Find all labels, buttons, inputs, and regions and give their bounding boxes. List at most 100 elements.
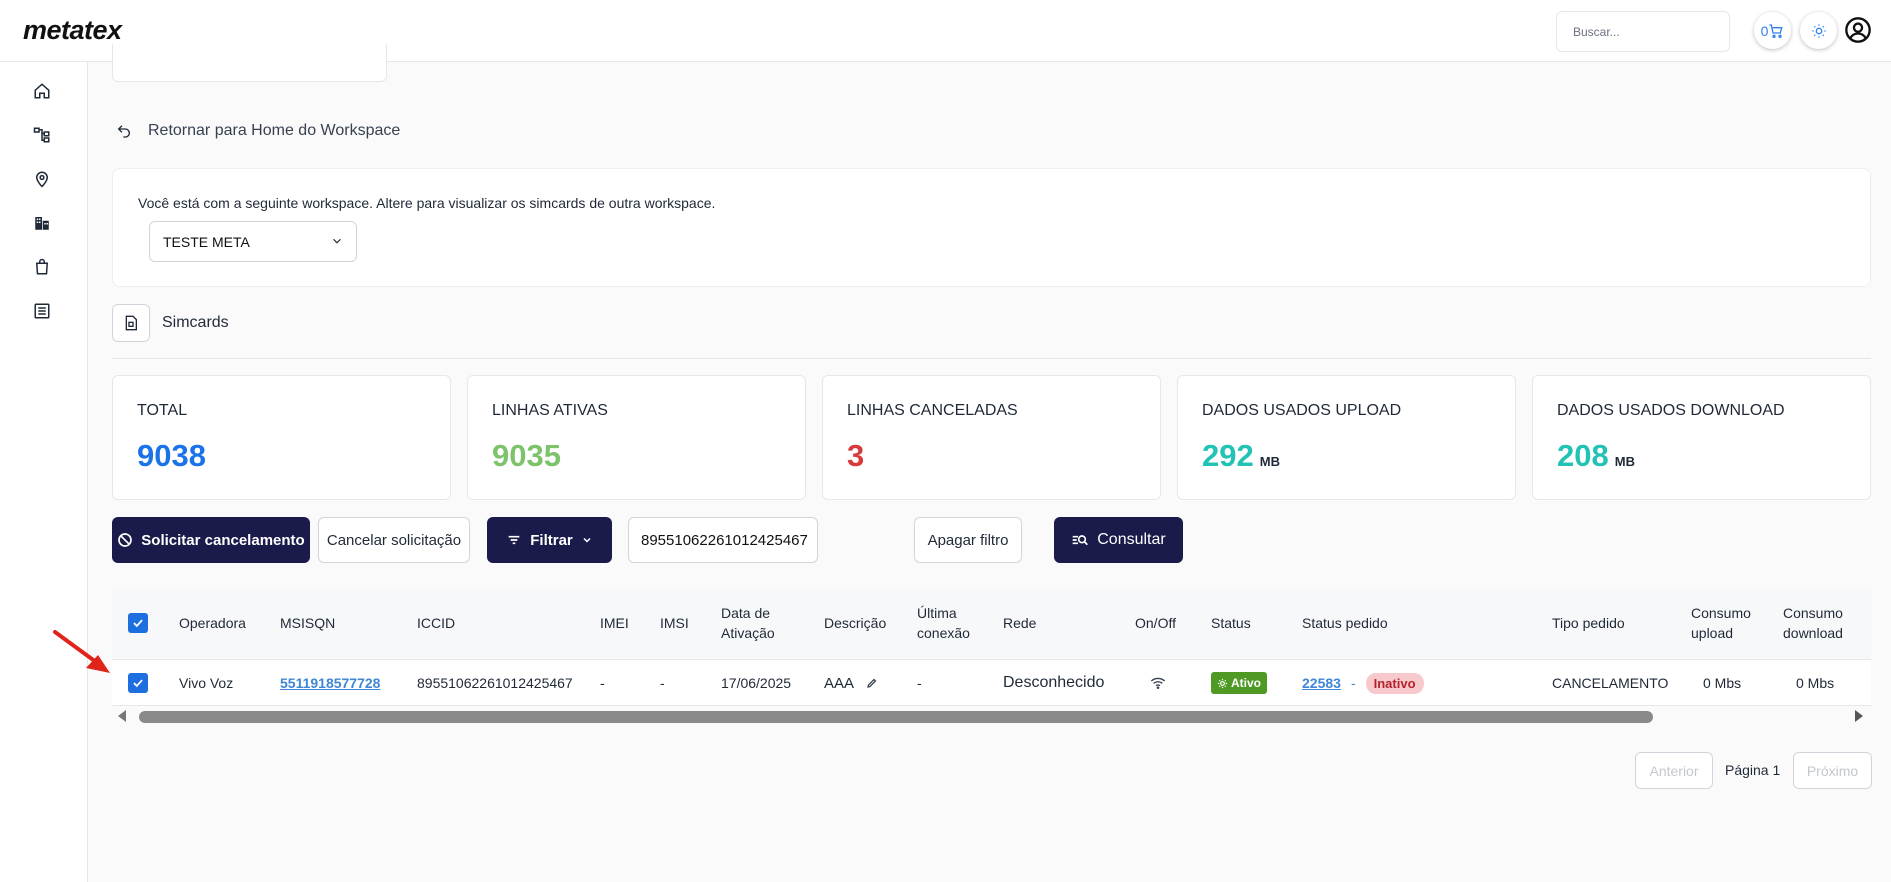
iccid-filter-input[interactable] xyxy=(628,517,818,563)
cell-order-type: CANCELAMENTO xyxy=(1552,675,1669,691)
workspace-select[interactable]: TESTE META xyxy=(149,221,357,262)
stat-number: 9038 xyxy=(137,438,206,473)
stat-label: TOTAL xyxy=(137,402,188,419)
next-page-button[interactable]: Próximo xyxy=(1793,752,1872,789)
col-header-imsi[interactable]: IMSI xyxy=(660,613,689,633)
filter-button[interactable]: Filtrar xyxy=(487,517,612,563)
cancel-request-button[interactable]: Cancelar solicitação xyxy=(318,517,470,563)
sidebar-item-location[interactable] xyxy=(31,168,53,190)
col-header-onoff[interactable]: On/Off xyxy=(1135,613,1176,633)
col-header-order-type[interactable]: Tipo pedido xyxy=(1552,613,1625,633)
chevron-down-icon xyxy=(583,537,591,543)
wifi-icon xyxy=(1150,677,1166,690)
cell-order-status: 22583 - Inativo xyxy=(1302,660,1424,706)
col-header-upload-usage[interactable]: Consumo upload xyxy=(1691,603,1751,643)
col-header-line: Consumo xyxy=(1691,605,1751,621)
cart-count: 0 xyxy=(1760,22,1769,39)
col-header-msisdn[interactable]: MSISQN xyxy=(280,613,335,633)
cropped-dropdown[interactable] xyxy=(112,44,387,82)
theme-toggle-button[interactable] xyxy=(1800,12,1837,49)
col-header-description[interactable]: Descrição xyxy=(824,613,886,633)
home-icon xyxy=(34,83,50,99)
msisdn-link[interactable]: 5511918577728 xyxy=(280,675,380,691)
stat-label: DADOS USADOS DOWNLOAD xyxy=(1557,402,1785,419)
order-id-link[interactable]: 22583 xyxy=(1302,675,1341,691)
col-header-operadora[interactable]: Operadora xyxy=(179,613,246,633)
pencil-icon[interactable] xyxy=(866,677,878,689)
col-header-imei[interactable]: IMEI xyxy=(600,613,629,633)
search-input[interactable] xyxy=(1556,11,1730,52)
col-header-order-status[interactable]: Status pedido xyxy=(1302,613,1388,633)
sidebar-item-list[interactable] xyxy=(31,300,53,322)
stat-value: 292 MB xyxy=(1202,438,1280,474)
cell-status: Ativo xyxy=(1211,660,1267,706)
stat-card-upload: DADOS USADOS UPLOAD 292 MB xyxy=(1177,375,1516,500)
undo-arrow-icon xyxy=(117,125,130,138)
simcard-icon-box xyxy=(112,304,150,342)
cell-operadora: Vivo Voz xyxy=(179,675,234,691)
stat-unit: MB xyxy=(1259,454,1280,469)
row-checkbox[interactable] xyxy=(128,673,148,693)
cell-last-connection: - xyxy=(917,675,922,691)
shopping-bag-icon xyxy=(35,258,49,275)
search-list-icon xyxy=(1072,535,1089,546)
col-header-status[interactable]: Status xyxy=(1211,613,1251,633)
stat-number: 3 xyxy=(847,438,865,473)
col-header-line: Última xyxy=(917,605,957,621)
section-header: Simcards xyxy=(112,304,229,342)
stat-label: LINHAS ATIVAS xyxy=(492,402,608,419)
col-header-network[interactable]: Rede xyxy=(1003,613,1036,633)
cell-description: AAA xyxy=(824,660,878,706)
horizontal-scrollbar-thumb[interactable] xyxy=(139,711,1653,723)
sidebar-item-home[interactable] xyxy=(31,80,53,102)
scroll-left-arrow-icon[interactable] xyxy=(116,709,128,723)
cart-icon xyxy=(1769,23,1783,38)
check-icon xyxy=(133,679,143,688)
col-header-line: conexão xyxy=(917,625,970,641)
col-header-download-usage[interactable]: Consumo download xyxy=(1783,603,1843,643)
sidebar-item-buildings[interactable] xyxy=(31,212,53,234)
order-separator: - xyxy=(1350,675,1356,691)
cell-download-usage: 0 Mbs xyxy=(1796,675,1835,691)
select-all-checkbox[interactable] xyxy=(128,613,148,633)
col-header-last-connection[interactable]: Última conexão xyxy=(917,603,970,643)
stat-value: 208 MB xyxy=(1557,438,1635,474)
col-header-activation-date[interactable]: Data de Ativação xyxy=(721,603,775,643)
table-row[interactable]: Vivo Voz 5511918577728 89551062261012425… xyxy=(112,660,1871,706)
back-to-workspace-link[interactable]: Retornar para Home do Workspace xyxy=(116,122,400,140)
cell-activation-date: 17/06/2025 xyxy=(721,675,792,691)
simcard-icon xyxy=(125,315,137,331)
col-header-iccid[interactable]: ICCID xyxy=(417,613,455,633)
stat-label: LINHAS CANCELADAS xyxy=(847,402,1018,419)
workspace-info-text: Você está com a seguinte workspace. Alte… xyxy=(138,195,716,211)
scroll-right-arrow-icon[interactable] xyxy=(1853,709,1865,723)
description-text: AAA xyxy=(824,674,855,692)
sidebar-item-hierarchy[interactable] xyxy=(31,124,53,146)
previous-page-button[interactable]: Anterior xyxy=(1635,752,1713,789)
filter-label: Filtrar xyxy=(530,531,573,549)
page-indicator: Página 1 xyxy=(1725,762,1781,778)
order-status-badge: Inativo xyxy=(1365,672,1424,694)
app-logo[interactable]: metatex xyxy=(23,15,122,46)
status-badge: Ativo xyxy=(1211,672,1267,694)
cart-button[interactable]: 0 xyxy=(1754,12,1791,49)
stat-card-total: TOTAL 9038 xyxy=(112,375,451,500)
user-profile-button[interactable] xyxy=(1843,15,1873,45)
stat-number: 9035 xyxy=(492,438,561,473)
chevron-down-icon xyxy=(333,238,341,244)
cell-imei: - xyxy=(600,675,605,691)
stat-card-download: DADOS USADOS DOWNLOAD 208 MB xyxy=(1532,375,1871,500)
sidebar-item-orders[interactable] xyxy=(31,256,53,278)
stat-card-active-lines: LINHAS ATIVAS 9035 xyxy=(467,375,806,500)
hierarchy-icon xyxy=(33,127,50,143)
clear-filter-button[interactable]: Apagar filtro xyxy=(914,517,1022,563)
query-button[interactable]: Consultar xyxy=(1054,517,1183,563)
col-header-line: Consumo xyxy=(1783,605,1843,621)
request-cancellation-label: Solicitar cancelamento xyxy=(141,531,305,549)
filter-lines-icon xyxy=(508,535,520,545)
cell-network: Desconhecido xyxy=(1003,674,1105,691)
request-cancellation-button[interactable]: Solicitar cancelamento xyxy=(112,517,310,563)
workspace-card: Você está com a seguinte workspace. Alte… xyxy=(112,168,1871,287)
workspace-selected-value: TESTE META xyxy=(163,233,250,250)
annotation-arrow-icon xyxy=(53,630,110,673)
